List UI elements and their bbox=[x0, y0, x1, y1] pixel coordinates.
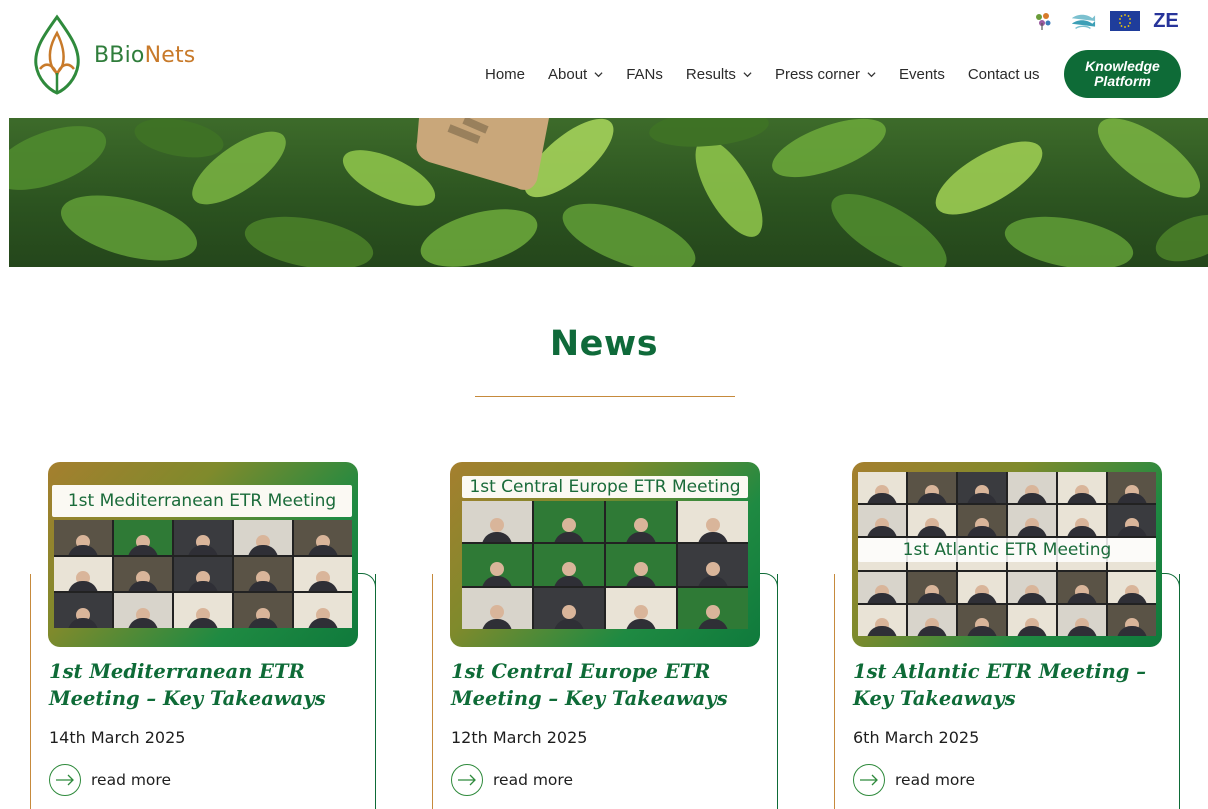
arrow-right-circle-icon bbox=[49, 764, 81, 796]
thumbnail-banner-text: 1st Central Europe ETR Meeting bbox=[462, 476, 748, 498]
news-card-date: 14th March 2025 bbox=[49, 728, 186, 747]
knowledge-platform-button[interactable]: Knowledge Platform bbox=[1064, 50, 1181, 98]
arrow-right-circle-icon bbox=[451, 764, 483, 796]
news-card-title[interactable]: 1st Central Europe ETR Meeting – Key Tak… bbox=[451, 658, 771, 712]
ze-logo-icon[interactable]: ZE bbox=[1153, 10, 1179, 32]
eu-flag-icon[interactable] bbox=[1110, 11, 1140, 31]
nav-item-fans[interactable]: FANs bbox=[626, 66, 663, 83]
news-card-title[interactable]: 1st Atlantic ETR Meeting – Key Takeaways bbox=[853, 658, 1173, 712]
meeting-participants-grid bbox=[462, 501, 748, 629]
chevron-down-icon bbox=[594, 71, 603, 77]
nav-item-contact-us[interactable]: Contact us bbox=[968, 66, 1040, 83]
nav-item-home[interactable]: Home bbox=[485, 66, 525, 83]
news-card: 1st Atlantic ETR Meeting 1st Atlantic ET… bbox=[834, 462, 1180, 809]
thumbnail-banner-text: 1st Mediterranean ETR Meeting bbox=[52, 485, 352, 517]
news-thumbnail[interactable]: 1st Central Europe ETR Meeting bbox=[450, 462, 760, 647]
nav-item-events[interactable]: Events bbox=[899, 66, 945, 83]
main-navigation: Home About FANs Results Press corner Eve… bbox=[485, 62, 1063, 86]
chevron-down-icon bbox=[743, 71, 752, 77]
read-more-label: read more bbox=[91, 771, 171, 789]
read-more-link[interactable]: read more bbox=[451, 764, 573, 796]
flower-logo-icon[interactable] bbox=[1030, 10, 1056, 32]
partner-logos: ZE bbox=[1030, 9, 1179, 33]
news-card: 1st Mediterranean ETR Meeting 1st Medite… bbox=[30, 462, 376, 809]
arrow-right-circle-icon bbox=[853, 764, 885, 796]
news-card: 1st Central Europe ETR Meeting 1st Centr… bbox=[432, 462, 778, 809]
read-more-label: read more bbox=[493, 771, 573, 789]
news-card-date: 6th March 2025 bbox=[853, 728, 980, 747]
leaf-logo-icon bbox=[34, 14, 80, 95]
read-more-link[interactable]: read more bbox=[49, 764, 171, 796]
read-more-label: read more bbox=[895, 771, 975, 789]
meeting-participants-grid bbox=[54, 520, 352, 628]
paper-tag-illustration bbox=[416, 118, 549, 190]
news-card-date: 12th March 2025 bbox=[451, 728, 588, 747]
news-heading: News bbox=[549, 324, 659, 364]
nav-item-press-corner[interactable]: Press corner bbox=[775, 66, 876, 83]
leaves-illustration bbox=[9, 118, 1208, 267]
site-header: BBioNets ZE Home About FANs Results Pres… bbox=[0, 0, 1208, 118]
brand-name: BBioNets bbox=[94, 42, 196, 68]
hero-banner-image bbox=[9, 118, 1208, 267]
section-divider bbox=[475, 396, 735, 397]
chevron-down-icon bbox=[867, 71, 876, 77]
read-more-link[interactable]: read more bbox=[853, 764, 975, 796]
nav-item-about[interactable]: About bbox=[548, 66, 603, 83]
news-thumbnail[interactable]: 1st Mediterranean ETR Meeting bbox=[48, 462, 358, 647]
news-thumbnail[interactable]: 1st Atlantic ETR Meeting bbox=[852, 462, 1162, 647]
brand-logo[interactable]: BBioNets bbox=[26, 12, 216, 98]
thumbnail-banner-text: 1st Atlantic ETR Meeting bbox=[858, 538, 1156, 562]
fish-logo-icon[interactable] bbox=[1070, 10, 1096, 32]
nav-item-results[interactable]: Results bbox=[686, 66, 752, 83]
news-card-title[interactable]: 1st Mediterranean ETR Meeting – Key Take… bbox=[49, 658, 369, 712]
